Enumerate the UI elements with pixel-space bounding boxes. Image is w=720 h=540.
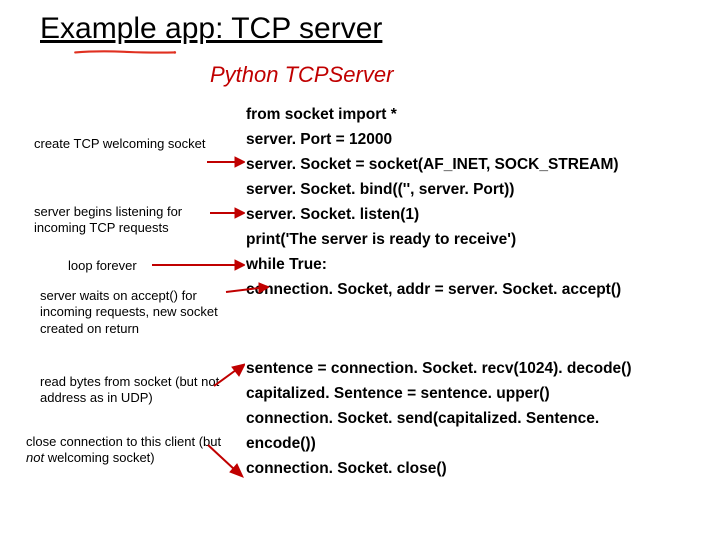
annotation-accept: server waits on accept() for incoming re… [40, 288, 230, 337]
annotation-close-part1: close connection to this client (but [26, 434, 221, 449]
code-line-7: while True: [246, 256, 327, 274]
annotation-close-part2: welcoming socket) [44, 450, 155, 465]
red-underline-icon [40, 50, 210, 56]
arrow-icon [224, 280, 269, 296]
subtitle: Python TCPServer [210, 62, 393, 88]
page-title: Example app: TCP server [40, 12, 382, 46]
annotation-close-not: not [26, 450, 44, 465]
code-line-8: connection. Socket, addr = server. Socke… [246, 281, 621, 299]
code-line-6: print('The server is ready to receive') [246, 231, 516, 249]
annotation-listen: server begins listening for incoming TCP… [34, 204, 214, 237]
arrow-icon [208, 206, 245, 220]
code-line-12: encode()) [246, 435, 316, 453]
code-line-1: from socket import * [246, 106, 397, 124]
annotation-create-socket: create TCP welcoming socket [34, 136, 214, 152]
code-line-13: connection. Socket. close() [246, 460, 447, 478]
code-line-3: server. Socket = socket(AF_INET, SOCK_ST… [246, 156, 619, 174]
code-line-2: server. Port = 12000 [246, 131, 392, 149]
code-line-9: sentence = connection. Socket. recv(1024… [246, 360, 632, 378]
code-line-10: capitalized. Sentence = sentence. upper(… [246, 385, 550, 403]
arrow-icon [205, 442, 245, 482]
annotation-read: read bytes from socket (but not address … [40, 374, 230, 407]
arrow-icon [212, 362, 245, 390]
code-line-5: server. Socket. listen(1) [246, 206, 419, 224]
arrow-icon [150, 258, 245, 272]
code-line-4: server. Socket. bind(('', server. Port)) [246, 181, 514, 199]
code-line-11: connection. Socket. send(capitalized. Se… [246, 410, 599, 428]
annotation-close: close connection to this client (but not… [26, 434, 226, 467]
arrow-icon [205, 155, 245, 169]
